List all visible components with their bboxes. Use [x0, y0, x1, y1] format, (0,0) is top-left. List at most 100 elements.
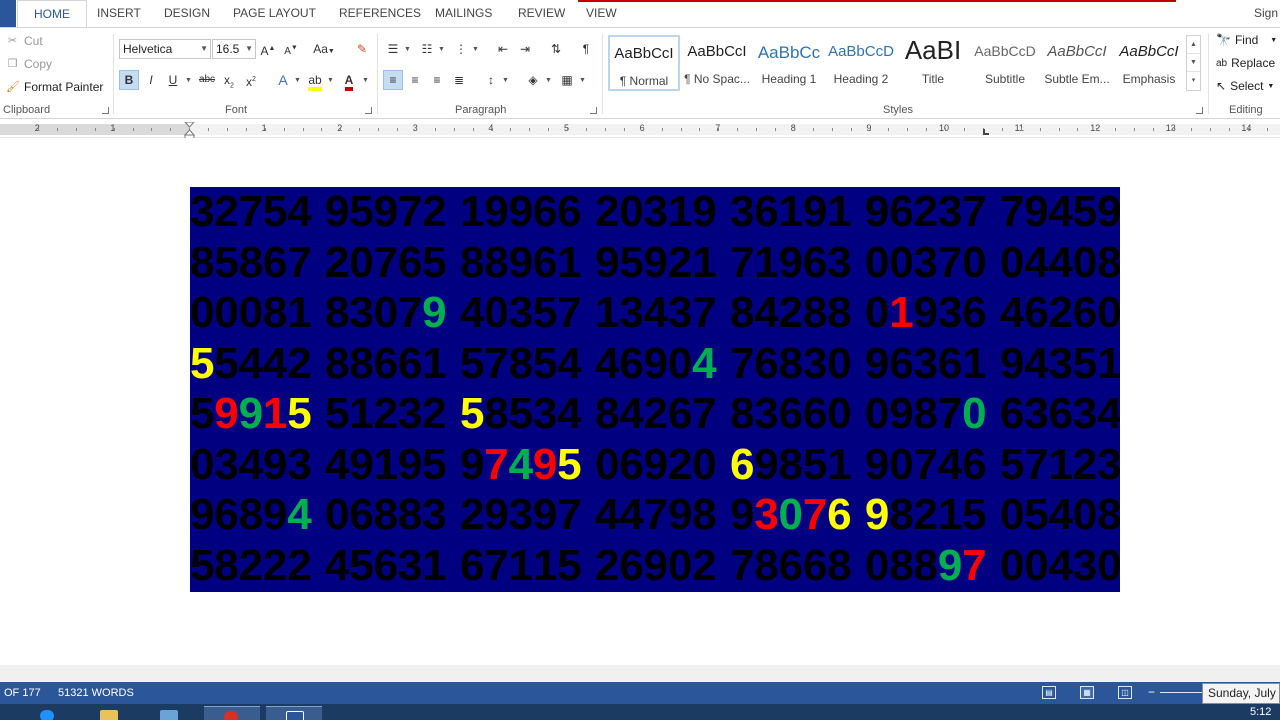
page-count[interactable]: OF 177	[4, 687, 41, 699]
styles-launcher-icon[interactable]	[1196, 107, 1203, 114]
ruler-tick	[1040, 128, 1041, 131]
style-heading-1[interactable]: AaBbCc Heading 1	[753, 35, 825, 91]
chevron-down-icon[interactable]: ▼	[294, 77, 301, 84]
align-center-button[interactable]: ≡	[405, 70, 425, 90]
bullets-button[interactable]: ☰	[383, 39, 403, 59]
shading-button[interactable]: ◈	[523, 70, 543, 90]
tab-mailings[interactable]: MAILINGS	[435, 6, 492, 20]
taskbar-explorer-button[interactable]	[80, 706, 136, 720]
chevron-down-icon[interactable]: ▼	[1187, 54, 1200, 72]
style-subtitle[interactable]: AaBbCcD Subtitle	[969, 35, 1041, 91]
font-name-combo[interactable]: Helvetica ▼	[119, 39, 211, 59]
paragraph-launcher-icon[interactable]	[590, 107, 597, 114]
digit: 8	[397, 490, 423, 539]
font-color-button[interactable]: A	[339, 70, 359, 91]
chevron-down-icon[interactable]: ▼	[438, 46, 445, 53]
chevron-down-icon[interactable]: ▼	[502, 77, 509, 84]
tab-insert[interactable]: INSERT	[97, 6, 141, 20]
bold-button[interactable]: B	[119, 70, 139, 90]
tab-design[interactable]: DESIGN	[164, 6, 210, 20]
shrink-font-button[interactable]: A▼	[281, 39, 301, 59]
taskbar-chrome-button[interactable]	[204, 706, 260, 720]
digit: 0	[1072, 490, 1098, 539]
highlight-color-button[interactable]: ab	[305, 70, 325, 91]
show-formatting-button[interactable]: ¶	[576, 39, 596, 59]
tab-review[interactable]: REVIEW	[518, 6, 565, 20]
tab-stop-icon[interactable]	[983, 129, 989, 135]
chevron-down-icon[interactable]: ▼	[404, 46, 411, 53]
line-spacing-button[interactable]: ↕	[481, 70, 501, 90]
clipboard-launcher-icon[interactable]	[102, 107, 109, 114]
read-mode-icon[interactable]: ▤	[1042, 686, 1056, 699]
taskbar-word-button[interactable]	[266, 706, 322, 720]
digit: 3	[729, 187, 755, 236]
justify-button[interactable]: ≣	[449, 70, 469, 90]
tab-home[interactable]: HOME	[17, 0, 87, 28]
select-button[interactable]: ↖ Select ▼	[1216, 79, 1274, 93]
editing-group-label: Editing	[1229, 104, 1263, 116]
font-size-combo[interactable]: 16.5 ▼	[212, 39, 256, 59]
underline-button[interactable]: U	[163, 70, 183, 90]
tab-page-layout[interactable]: PAGE LAYOUT	[233, 6, 316, 20]
print-layout-icon[interactable]: ▦	[1080, 686, 1094, 699]
text-effects-button[interactable]: A	[273, 70, 293, 90]
align-left-button[interactable]: ≡	[383, 70, 403, 90]
multilevel-list-button[interactable]: ⋮	[451, 39, 471, 59]
clear-formatting-button[interactable]: ✎	[352, 39, 372, 59]
document-canvas[interactable]: 32754 95972 19966 20319 36191 96237 79459 85867…	[0, 138, 1280, 665]
increase-indent-button[interactable]: ⇥	[515, 39, 535, 59]
chevron-down-icon[interactable]: ▼	[327, 77, 334, 84]
chevron-down-icon[interactable]: ▼	[185, 77, 192, 84]
find-button[interactable]: 🔭 Find ▼	[1216, 33, 1277, 47]
zoom-slider[interactable]	[1160, 692, 1204, 693]
cut-button[interactable]: ✂ Cut	[6, 34, 43, 48]
strikethrough-button[interactable]: abc	[197, 70, 217, 90]
font-launcher-icon[interactable]	[365, 107, 372, 114]
digit: 6	[754, 338, 779, 388]
style-normal[interactable]: AaBbCcI ¶ Normal	[608, 35, 680, 91]
style-emphasis[interactable]: AaBbCcI Emphasis	[1113, 35, 1185, 91]
sign-in-link[interactable]: Sign	[1254, 6, 1278, 20]
file-tab[interactable]	[0, 0, 16, 27]
change-case-button[interactable]: Aa▼	[310, 39, 338, 59]
style-preview: AaBbCcD	[828, 43, 894, 60]
digit: 5	[508, 389, 534, 438]
chevron-down-icon[interactable]: ▼	[362, 77, 369, 84]
sort-button[interactable]: ⇅	[546, 39, 566, 59]
more-styles-icon[interactable]: ▾	[1187, 72, 1200, 90]
superscript-button[interactable]: x2	[241, 70, 261, 90]
italic-button[interactable]: I	[141, 70, 161, 90]
tab-view[interactable]: VIEW	[586, 6, 617, 20]
web-layout-icon[interactable]: ◫	[1118, 686, 1132, 699]
grow-font-button[interactable]: A▲	[258, 39, 278, 59]
style-name: Title	[921, 72, 945, 86]
chevron-down-icon[interactable]: ▼	[472, 46, 479, 53]
taskbar-ie-button[interactable]	[20, 706, 76, 720]
tab-references[interactable]: REFERENCES	[339, 6, 421, 20]
underline-icon: U	[168, 73, 178, 87]
style-name: Subtle Em...	[1044, 72, 1110, 86]
numbering-button[interactable]: ☷	[417, 39, 437, 59]
subscript-button[interactable]: x2	[219, 70, 239, 90]
replace-button[interactable]: ab Replace	[1216, 56, 1275, 70]
chevron-down-icon[interactable]: ▼	[579, 77, 586, 84]
zoom-out-icon[interactable]: −	[1148, 685, 1155, 699]
horizontal-ruler[interactable]: 211234567891011121314	[0, 120, 1280, 140]
borders-button[interactable]: ▦	[557, 70, 577, 90]
style-name: ¶ No Spac...	[684, 72, 750, 86]
taskbar-app-button[interactable]	[140, 706, 196, 720]
word-count[interactable]: 51321 WORDS	[58, 687, 134, 699]
style-subtle-emphasis[interactable]: AaBbCcI Subtle Em...	[1041, 35, 1113, 91]
align-right-button[interactable]: ≡	[427, 70, 447, 90]
digit: 6	[1072, 288, 1098, 337]
chevron-down-icon[interactable]: ▼	[545, 77, 552, 84]
style-title[interactable]: AaBI Title	[897, 35, 969, 91]
decrease-indent-button[interactable]: ⇤	[493, 39, 513, 59]
chevron-up-icon[interactable]: ▲	[1187, 36, 1200, 54]
format-painter-button[interactable]: 🖌 Format Painter	[6, 80, 103, 94]
digit: 4	[324, 439, 350, 489]
style-heading-2[interactable]: AaBbCcD Heading 2	[825, 35, 897, 91]
style-no-spacing[interactable]: AaBbCcI ¶ No Spac...	[681, 35, 753, 91]
taskbar-clock[interactable]: 5:12	[1250, 706, 1271, 718]
copy-button[interactable]: ❐ Copy	[6, 57, 52, 71]
